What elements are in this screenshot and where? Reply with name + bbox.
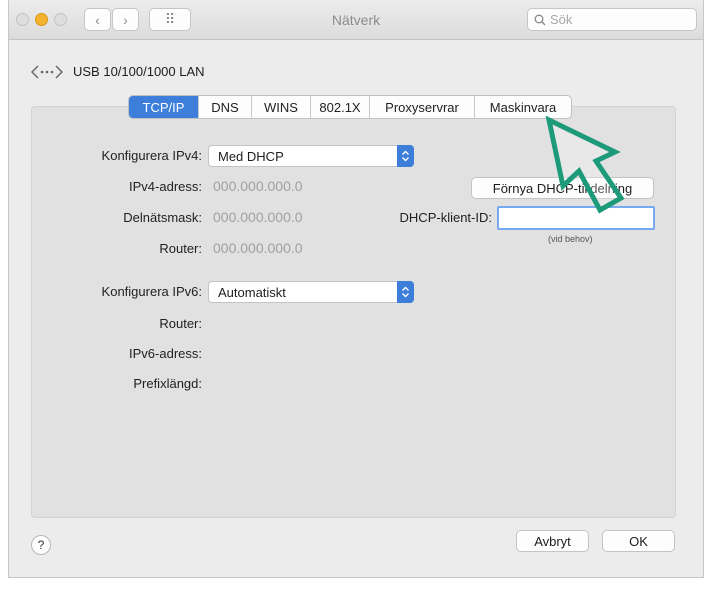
ipv4-address-label: IPv4-adress: bbox=[129, 179, 202, 194]
interface-header: USB 10/100/1000 LAN bbox=[31, 64, 205, 79]
title-bar: ‹ › ⠿ Nätverk bbox=[9, 0, 703, 40]
chevron-up-down-icon bbox=[397, 145, 414, 167]
ethernet-icon bbox=[31, 64, 63, 79]
ipv4-router-label: Router: bbox=[159, 241, 202, 256]
tab-8021x[interactable]: 802.1X bbox=[311, 96, 370, 118]
configure-ipv4-value: Med DHCP bbox=[218, 148, 284, 164]
tab-dns[interactable]: DNS bbox=[199, 96, 252, 118]
interface-name: USB 10/100/1000 LAN bbox=[73, 64, 205, 79]
configure-ipv6-select[interactable]: Automatiskt bbox=[208, 281, 414, 303]
tab-hardware[interactable]: Maskinvara bbox=[475, 96, 571, 118]
client-id-hint: (vid behov) bbox=[548, 234, 593, 244]
search-field[interactable] bbox=[527, 8, 697, 31]
ipv4-router-value: 000.000.000.0 bbox=[213, 240, 303, 256]
ok-button[interactable]: OK bbox=[602, 530, 675, 552]
prefix-length-label: Prefixlängd: bbox=[133, 376, 202, 391]
subnet-mask-value: 000.000.000.0 bbox=[213, 209, 303, 225]
help-button[interactable]: ? bbox=[31, 535, 51, 555]
tab-tcp-ip[interactable]: TCP/IP bbox=[129, 96, 199, 118]
subnet-mask-label: Delnätsmask: bbox=[123, 210, 202, 225]
pointer-arrow-icon bbox=[545, 116, 625, 214]
dhcp-client-id-label: DHCP-klient-ID: bbox=[399, 210, 492, 225]
network-preferences-window: ‹ › ⠿ Nätverk USB 10/100/1000 LAN K bbox=[8, 0, 704, 578]
ipv4-address-value: 000.000.000.0 bbox=[213, 178, 303, 194]
ipv6-address-label: IPv6-adress: bbox=[129, 346, 202, 361]
chevron-up-down-icon bbox=[397, 281, 414, 303]
search-input[interactable] bbox=[550, 12, 680, 27]
configure-ipv6-value: Automatiskt bbox=[218, 284, 286, 300]
cancel-button[interactable]: Avbryt bbox=[516, 530, 589, 552]
tab-bar: TCP/IP DNS WINS 802.1X Proxyservrar Mask… bbox=[128, 95, 572, 119]
search-icon bbox=[534, 14, 546, 25]
configure-ipv4-label: Konfigurera IPv4: bbox=[101, 148, 202, 163]
tab-proxies[interactable]: Proxyservrar bbox=[370, 96, 475, 118]
tab-wins[interactable]: WINS bbox=[252, 96, 311, 118]
configure-ipv4-select[interactable]: Med DHCP bbox=[208, 145, 414, 167]
configure-ipv6-label: Konfigurera IPv6: bbox=[101, 284, 202, 299]
ipv6-router-label: Router: bbox=[159, 316, 202, 331]
